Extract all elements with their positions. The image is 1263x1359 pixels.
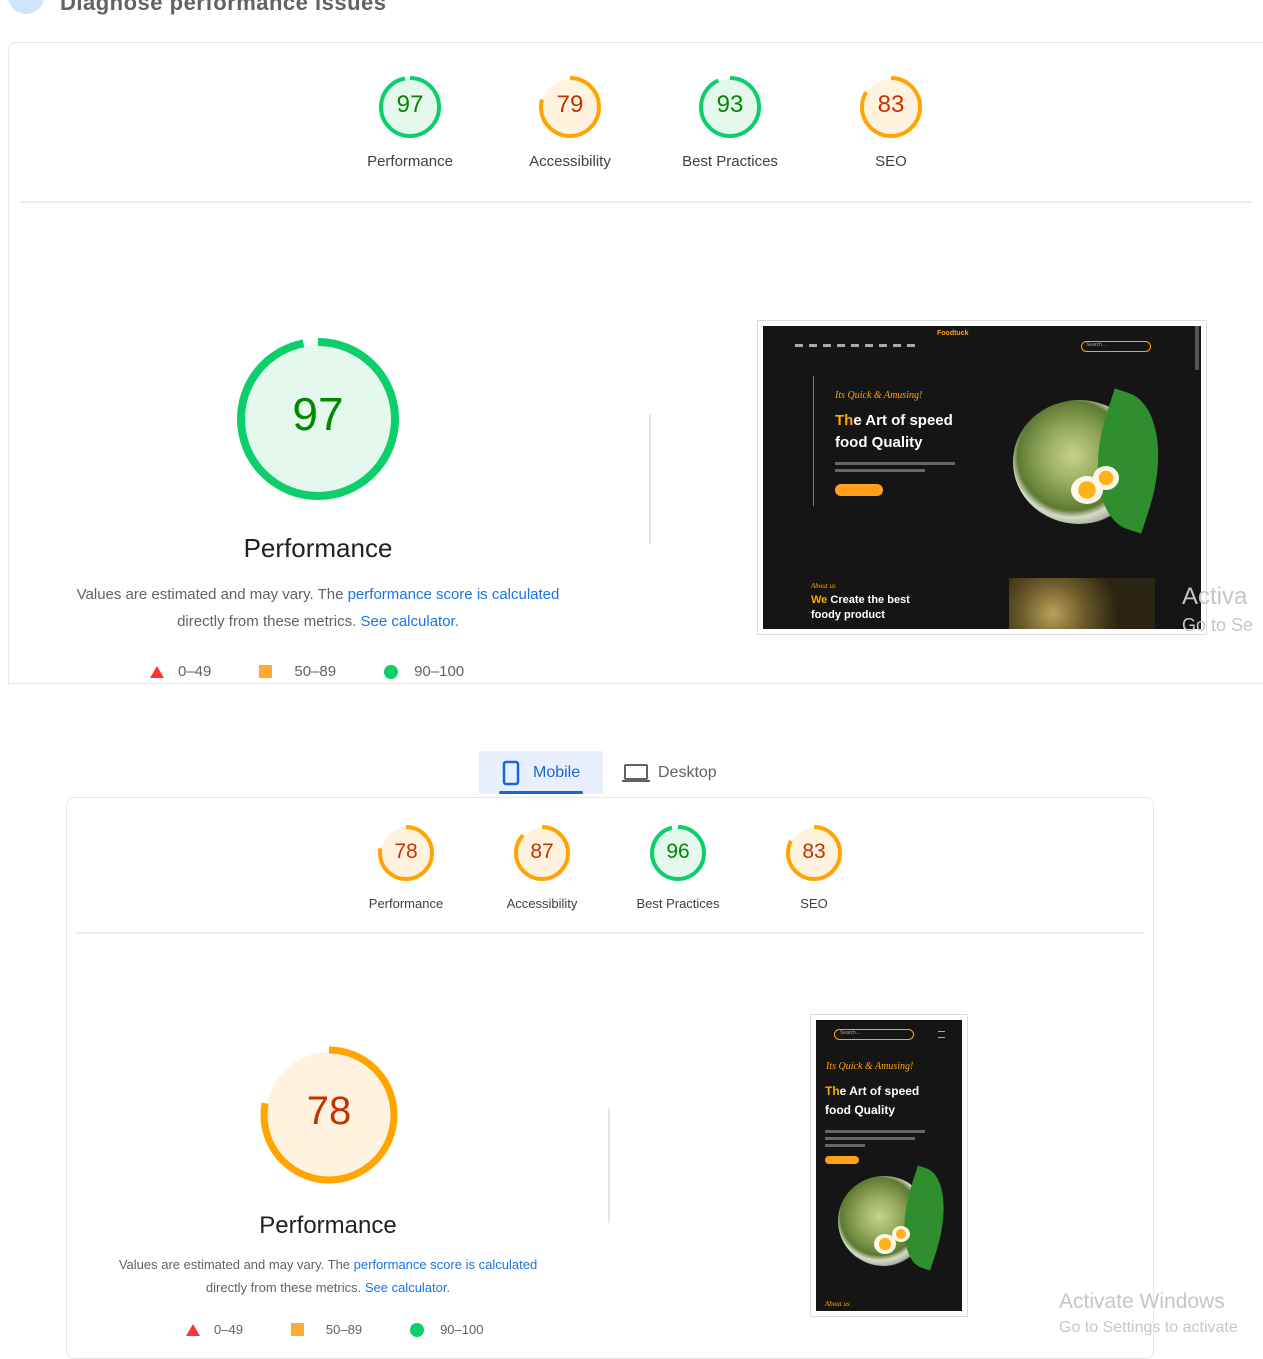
- score-value: 83: [877, 91, 905, 118]
- fail-triangle-icon: [150, 665, 164, 678]
- score-label: Best Practices: [682, 153, 778, 170]
- gauge-performance[interactable]: 97 Performance: [350, 75, 470, 170]
- main-score-label: Performance: [243, 533, 393, 563]
- main-score-value: 97: [292, 388, 344, 440]
- score-legend: 0–49 50–89 90–100: [186, 1322, 531, 1337]
- pass-circle-icon: [384, 664, 399, 679]
- fail-triangle-icon: [186, 1323, 200, 1336]
- header-icon: [8, 0, 44, 14]
- average-square-icon: [290, 1323, 304, 1336]
- main-score-value: 78: [306, 1089, 352, 1133]
- score-label: Performance: [367, 153, 453, 170]
- desktop-page-screenshot: Foodtuck Search... Its Quick & Amusing! …: [757, 320, 1207, 635]
- page-title: Diagnose performance issues: [60, 0, 387, 15]
- tab-mobile[interactable]: Mobile: [479, 751, 603, 794]
- gauge-best-practices[interactable]: 93 Best Practices: [670, 75, 790, 170]
- score-value: 79: [556, 91, 584, 118]
- score-value: 83: [802, 840, 826, 863]
- scrollbar: [1195, 326, 1199, 370]
- laptop-icon: [622, 763, 650, 782]
- score-value: 93: [716, 91, 744, 118]
- order-now-button: [835, 484, 883, 496]
- hero-headline: The Art of speed: [825, 1084, 920, 1098]
- windows-watermark: Activa: [1182, 583, 1248, 610]
- performance-score-link[interactable]: performance score is calculated: [354, 1257, 538, 1272]
- menu-icon: [938, 1031, 945, 1038]
- divider: [77, 932, 1143, 934]
- score-description: Values are estimated and may vary. The p…: [118, 1257, 538, 1295]
- score-value: 96: [666, 840, 690, 863]
- gauge-accessibility[interactable]: 87 Accessibility: [482, 824, 602, 911]
- main-score-label: Performance: [259, 1212, 397, 1239]
- main-performance-gauge: 97: [236, 337, 400, 501]
- pass-circle-icon: [410, 1322, 425, 1337]
- vertical-divider: [608, 1108, 610, 1223]
- gauge-performance[interactable]: 78 Performance: [346, 824, 466, 911]
- brand-logo: Foodtuck: [937, 330, 969, 337]
- score-description: Values are estimated and may vary. The p…: [76, 586, 560, 630]
- side-line: [813, 376, 814, 506]
- score-value: 87: [530, 840, 554, 863]
- tab-desktop[interactable]: Desktop: [614, 751, 744, 794]
- windows-watermark: Activate Windows: [1059, 1290, 1225, 1313]
- score-label: Best Practices: [636, 896, 720, 911]
- score-label: Accessibility: [506, 896, 578, 911]
- score-label: Performance: [368, 896, 444, 911]
- order-now-button: [825, 1156, 859, 1164]
- score-label: SEO: [800, 896, 828, 911]
- score-value: 97: [396, 91, 424, 118]
- see-calculator-link[interactable]: See calculator.: [365, 1280, 450, 1295]
- nav-menu: [795, 344, 915, 347]
- gauge-seo[interactable]: 83 SEO: [754, 824, 874, 911]
- mobile-icon: [502, 760, 520, 785]
- divider: [20, 201, 1252, 203]
- vertical-divider: [649, 414, 651, 544]
- score-label: SEO: [875, 153, 907, 170]
- main-performance-gauge: 78: [259, 1045, 399, 1185]
- score-legend: 0–49 50–89 90–100: [150, 663, 512, 680]
- gauge-seo[interactable]: 83 SEO: [831, 75, 951, 170]
- hero-headline: The Art of speed: [835, 412, 953, 429]
- score-label: Accessibility: [529, 153, 611, 170]
- gauge-accessibility[interactable]: 79 Accessibility: [510, 75, 630, 170]
- score-value: 78: [394, 840, 418, 863]
- performance-score-link[interactable]: performance score is calculated: [348, 586, 560, 603]
- gauge-best-practices[interactable]: 96 Best Practices: [618, 824, 738, 911]
- food-thumbnail: [1009, 578, 1155, 629]
- average-square-icon: [259, 665, 273, 678]
- section-headline: We Create the best: [811, 594, 910, 606]
- mobile-page-screenshot: Search... Its Quick & Amusing! The Art o…: [810, 1014, 968, 1317]
- see-calculator-link[interactable]: See calculator.: [360, 613, 458, 630]
- active-tab-indicator: [499, 791, 583, 794]
